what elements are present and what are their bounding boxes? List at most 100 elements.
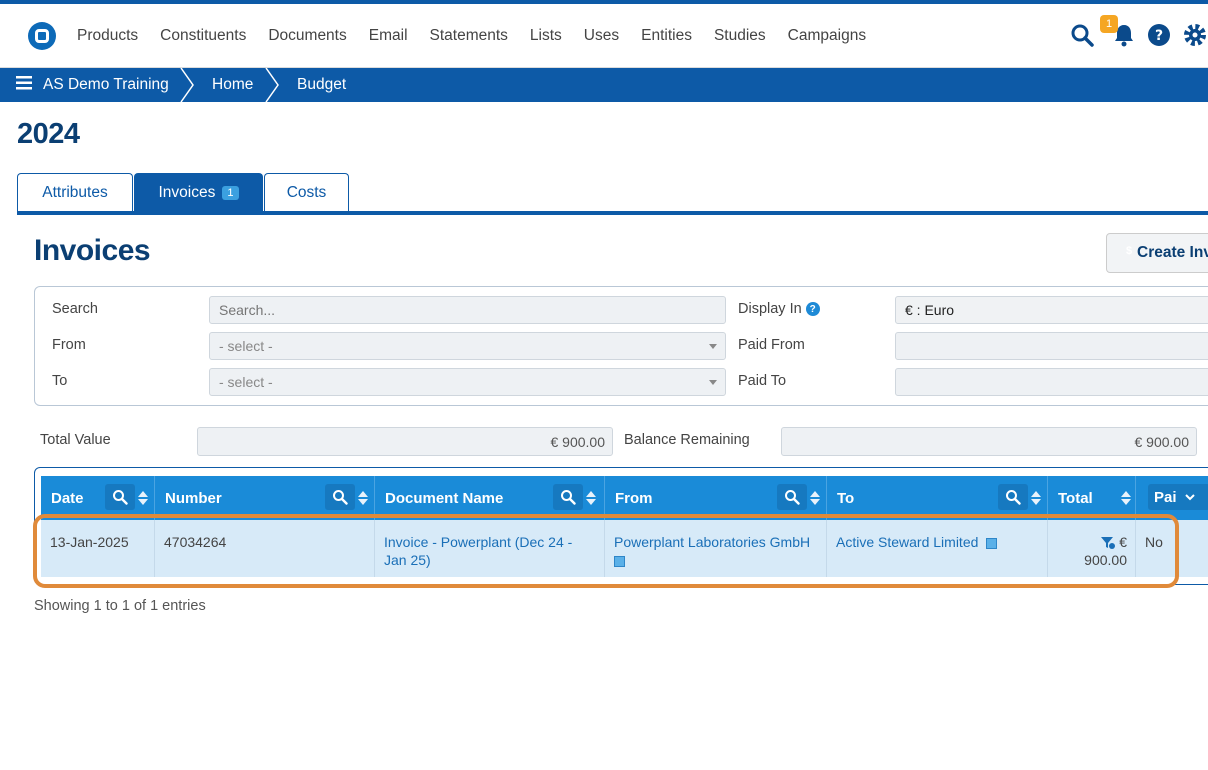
column-label: Date (51, 489, 84, 507)
column-header-date[interactable]: Date (41, 476, 155, 520)
cell-from: Powerplant Laboratories GmbH (605, 520, 827, 577)
page-title: 2024 (17, 118, 80, 150)
app-logo-icon[interactable] (28, 22, 56, 50)
to-select[interactable]: - select - (209, 368, 726, 396)
cell-number: 47034264 (155, 520, 375, 577)
column-search-icon[interactable] (325, 484, 355, 510)
column-label: From (615, 489, 653, 507)
to-link[interactable]: Active Steward Limited (836, 534, 978, 550)
balance-remaining-label: Balance Remaining (624, 432, 750, 448)
breadcrumb-item-budget: Budget (297, 76, 347, 93)
nav-item-uses[interactable]: Uses (573, 27, 630, 45)
tab-label: Invoices (158, 184, 216, 201)
nav-item-constituents[interactable]: Constituents (149, 27, 257, 45)
tab-label: Costs (286, 184, 327, 201)
entries-info: Showing 1 to 1 of 1 entries (34, 598, 206, 614)
column-search-icon[interactable] (553, 484, 583, 510)
breadcrumb: AS Demo Training Home Budget (0, 68, 1208, 102)
hamburger-menu-icon[interactable] (16, 75, 32, 95)
help-icon[interactable]: ? (805, 302, 820, 317)
breadcrumb-item-label[interactable]: AS Demo Training (43, 76, 169, 94)
svg-text:?: ? (1155, 28, 1163, 44)
record-icon[interactable] (986, 537, 998, 549)
chevron-down-icon (709, 380, 717, 385)
filter-panel: Search From - select - To - select - Dis… (34, 286, 1208, 406)
tab-invoices[interactable]: Invoices 1 (134, 173, 263, 212)
column-search-icon[interactable] (998, 484, 1028, 510)
sort-icon[interactable] (805, 476, 825, 520)
display-in-select[interactable]: € : Euro (895, 296, 1208, 324)
from-label: From (52, 337, 86, 353)
column-label: Total (1058, 489, 1093, 507)
invoices-table: Date Number Document Name From To Total (34, 467, 1208, 585)
sort-icon[interactable] (133, 476, 153, 520)
help-icon[interactable]: ? (1146, 22, 1172, 48)
nav-item-lists[interactable]: Lists (519, 27, 573, 45)
nav-item-campaigns[interactable]: Campaigns (777, 27, 877, 45)
paid-to-field[interactable] (895, 368, 1208, 396)
create-invoice-button[interactable]: Create Invoice (1106, 233, 1208, 273)
sort-icon[interactable] (581, 476, 601, 520)
search-label: Search (52, 301, 98, 317)
breadcrumb-separator-icon (180, 68, 194, 102)
paid-to-label: Paid To (738, 373, 787, 389)
sort-icon[interactable] (353, 476, 373, 520)
search-input[interactable] (209, 296, 726, 324)
column-header-total[interactable]: Total (1048, 476, 1136, 520)
nav-item-documents[interactable]: Documents (257, 27, 357, 45)
column-header-document-name[interactable]: Document Name (375, 476, 605, 520)
tab-costs[interactable]: Costs (264, 173, 349, 212)
record-icon[interactable] (614, 555, 625, 567)
tab-count-badge: 1 (222, 186, 239, 200)
sort-icon[interactable] (1116, 476, 1136, 520)
breadcrumb-home-training[interactable]: AS Demo Training (16, 68, 169, 102)
tab-attributes[interactable]: Attributes (17, 173, 133, 212)
column-header-paid[interactable]: Pai (1136, 476, 1208, 520)
nav-item-entities[interactable]: Entities (630, 27, 703, 45)
tab-underline (17, 211, 1208, 215)
search-icon[interactable] (1069, 22, 1095, 48)
nav-item-studies[interactable]: Studies (703, 27, 777, 45)
to-label: To (52, 373, 68, 389)
table-header: Date Number Document Name From To Total (41, 476, 1208, 520)
paid-column-dropdown[interactable]: Pai (1148, 484, 1208, 510)
column-search-icon[interactable] (105, 484, 135, 510)
main-nav: Products Constituents Documents Email St… (66, 4, 877, 68)
gear-icon[interactable] (1182, 22, 1208, 48)
column-label: Document Name (385, 489, 504, 507)
total-amount: 900.00 (1084, 552, 1127, 568)
column-header-from[interactable]: From (605, 476, 827, 520)
chevron-down-icon (1184, 494, 1195, 501)
from-link[interactable]: Powerplant Laboratories GmbH (614, 534, 810, 550)
table-row[interactable]: 13-Jan-2025 47034264 Invoice - Powerplan… (41, 520, 1208, 577)
balance-remaining-field: € 900.00 (781, 427, 1197, 456)
breadcrumb-separator-icon (265, 68, 279, 102)
display-in-label-text: Display In (738, 301, 802, 317)
cell-document-name-link[interactable]: Invoice - Powerplant (Dec 24 - Jan 25) (375, 520, 605, 577)
total-currency: € (1119, 534, 1127, 550)
cell-date: 13-Jan-2025 (41, 520, 155, 577)
from-select[interactable]: - select - (209, 332, 726, 360)
filter-currency-icon[interactable] (1101, 536, 1116, 550)
column-label: Number (165, 489, 222, 507)
column-label: To (837, 489, 855, 507)
create-invoice-label: Create Invoice (1137, 244, 1208, 261)
total-value-field: € 900.00 (197, 427, 613, 456)
chevron-down-icon (709, 344, 717, 349)
nav-item-products[interactable]: Products (66, 27, 149, 45)
nav-item-statements[interactable]: Statements (419, 27, 519, 45)
column-header-to[interactable]: To (827, 476, 1048, 520)
breadcrumb-item-home[interactable]: Home (212, 68, 253, 102)
column-label: Pai (1154, 488, 1177, 506)
column-header-number[interactable]: Number (155, 476, 375, 520)
nav-item-email[interactable]: Email (358, 27, 419, 45)
to-select-value: - select - (219, 374, 273, 390)
total-value-label: Total Value (40, 432, 111, 448)
column-search-icon[interactable] (777, 484, 807, 510)
notification-badge: 1 (1100, 15, 1118, 33)
sort-icon[interactable] (1026, 476, 1046, 520)
top-navbar: Products Constituents Documents Email St… (0, 0, 1208, 68)
cell-paid: No (1145, 534, 1163, 550)
cell-to: Active Steward Limited (827, 520, 1048, 577)
paid-from-field[interactable] (895, 332, 1208, 360)
